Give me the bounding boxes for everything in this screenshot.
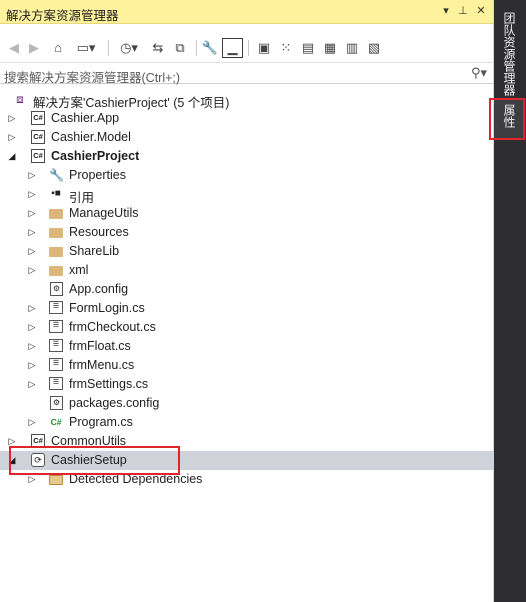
tab-team-explorer-label: 团队资源管理器 (502, 12, 516, 96)
expand-arrow-icon[interactable]: ▷ (26, 243, 38, 259)
solution-explorer-panel: 解决方案资源管理器 ▾ ⊥ ✕ ◀ ▶ ⌂ ▭▾ ◷▾ ⇆ ⧉ 🔧 ▁ ▣ ⁙ … (0, 0, 494, 602)
tree-item-frmfloat[interactable]: ▷ ☰ frmFloat.cs (0, 337, 493, 356)
tree-item-label: Resources (69, 225, 129, 239)
forward-icon[interactable]: ▶ (24, 38, 44, 58)
tree-item-label: App.config (69, 282, 129, 296)
search-input-placeholder[interactable]: 搜索解决方案资源管理器(Ctrl+;) (4, 67, 180, 86)
tree-item-references[interactable]: ▷ ▪■ 引用 (0, 185, 493, 205)
tree-item-label: xml (69, 263, 89, 277)
highlight-box-cashiersetup (9, 446, 180, 475)
expand-arrow-icon[interactable]: ▷ (26, 167, 38, 183)
tree-item-label: frmSettings.cs (69, 377, 149, 391)
tree-item-cashier-app[interactable]: ▷ C# Cashier.App (0, 109, 493, 128)
tree-item-resources[interactable]: ▷ Resources (0, 223, 493, 242)
expand-arrow-icon[interactable]: ▷ (6, 129, 18, 145)
tree-item-label: Cashier.App (51, 111, 120, 125)
vsix-icon-1[interactable]: ▣ (254, 38, 274, 58)
auto-hide-pin-button[interactable]: ⊥ (455, 3, 471, 19)
search-icon[interactable]: ⚲▾ (471, 65, 487, 81)
tree-item-label: ManageUtils (69, 206, 139, 220)
csharp-project-icon: C# (31, 130, 45, 144)
tree-item-label: frmMenu.cs (69, 358, 135, 372)
tree-item-cashierproject[interactable]: ◢ C# CashierProject (0, 147, 493, 166)
expand-arrow-icon[interactable]: ▷ (26, 319, 38, 335)
wrench-icon: 🔧 (49, 168, 64, 182)
form-icon: ☰ (49, 320, 63, 333)
form-icon: ☰ (49, 301, 63, 314)
tree-item-label: Program.cs (69, 415, 133, 429)
expand-arrow-icon[interactable]: ▷ (26, 224, 38, 240)
tree-item-frmmenu[interactable]: ▷ ☰ frmMenu.cs (0, 356, 493, 375)
tree-item-label: FormLogin.cs (69, 301, 145, 315)
tab-team-explorer[interactable]: 团队资源管理器 (494, 6, 526, 102)
tree-item-packages-config[interactable]: ⚙ packages.config (0, 394, 493, 413)
csharp-project-icon: C# (31, 149, 45, 163)
home-icon[interactable]: ⌂ (48, 38, 68, 58)
tree-item-label: CashierProject (51, 149, 140, 163)
tree-item-app-config[interactable]: ⚙ App.config (0, 280, 493, 299)
search-box[interactable]: 搜索解决方案资源管理器(Ctrl+;) ⚲▾ (0, 62, 493, 86)
folder-icon (49, 247, 63, 257)
tree-item-manageutils[interactable]: ▷ ManageUtils (0, 204, 493, 223)
close-panel-button[interactable]: ✕ (473, 3, 489, 19)
vsix-icon-2[interactable]: ⁙ (276, 38, 296, 58)
tree-item-label: ShareLib (69, 244, 120, 258)
folder-icon (49, 209, 63, 219)
highlight-box-properties (489, 98, 525, 140)
tree-item-label: frmCheckout.cs (69, 320, 156, 334)
vsix-icon-6[interactable]: ▧ (364, 38, 384, 58)
form-icon: ☰ (49, 377, 63, 390)
expand-arrow-icon[interactable]: ▷ (26, 338, 38, 354)
form-icon: ☰ (49, 339, 63, 352)
tree-item-cashier-model[interactable]: ▷ C# Cashier.Model (0, 128, 493, 147)
expand-arrow-icon[interactable]: ▷ (26, 262, 38, 278)
tree-item-xml[interactable]: ▷ xml (0, 261, 493, 280)
expand-arrow-icon[interactable]: ▷ (26, 186, 38, 202)
tree-item-frmcheckout[interactable]: ▷ ☰ frmCheckout.cs (0, 318, 493, 337)
form-icon: ☰ (49, 358, 63, 371)
csharp-file-icon: C# (50, 417, 62, 427)
expand-arrow-icon[interactable]: ▷ (26, 205, 38, 221)
panel-title-bar: 解决方案资源管理器 ▾ ⊥ ✕ (0, 0, 493, 24)
history-icon[interactable]: ◷▾ (114, 38, 144, 58)
folder-icon (49, 475, 63, 485)
preview-icon[interactable]: ▁ (222, 38, 243, 58)
tree-item-label: Cashier.Model (51, 130, 131, 144)
properties-wrench-icon[interactable]: 🔧 (200, 38, 220, 58)
tree-item-formlogin[interactable]: ▷ ☰ FormLogin.cs (0, 299, 493, 318)
solution-icon: ⧈ (16, 92, 24, 106)
expand-arrow-icon[interactable]: ▷ (26, 376, 38, 392)
switch-views-icon[interactable]: ▭▾ (70, 38, 102, 58)
panel-title: 解决方案资源管理器 (6, 9, 119, 23)
window-position-dropdown-button[interactable]: ▾ (438, 3, 454, 19)
folder-icon (49, 228, 63, 238)
folder-icon (49, 266, 63, 276)
vsix-icon-4[interactable]: ▦ (320, 38, 340, 58)
expand-arrow-icon[interactable]: ▷ (6, 110, 18, 126)
tree-solution-node[interactable]: ⧈ 解决方案'CashierProject' (5 个项目) (0, 90, 493, 110)
config-file-icon: ⚙ (50, 396, 63, 410)
vsix-icon-3[interactable]: ▤ (298, 38, 318, 58)
vsix-icon-5[interactable]: ▥ (342, 38, 362, 58)
tree-item-sharelib[interactable]: ▷ ShareLib (0, 242, 493, 261)
collapse-arrow-icon[interactable]: ◢ (6, 148, 18, 164)
tree-item-label: Properties (69, 168, 126, 182)
config-file-icon: ⚙ (50, 282, 63, 296)
expand-arrow-icon[interactable]: ▷ (26, 414, 38, 430)
references-icon: ▪■ (51, 188, 61, 199)
back-icon[interactable]: ◀ (4, 38, 24, 58)
tree-item-program[interactable]: ▷ C# Program.cs (0, 413, 493, 432)
expand-arrow-icon[interactable]: ▷ (26, 300, 38, 316)
sync-icon[interactable]: ⇆ (148, 38, 168, 58)
csharp-project-icon: C# (31, 111, 45, 125)
tree-item-frmsettings[interactable]: ▷ ☰ frmSettings.cs (0, 375, 493, 394)
collapse-all-icon[interactable]: ⧉ (170, 38, 190, 58)
expand-arrow-icon[interactable]: ▷ (26, 357, 38, 373)
tree-item-label: frmFloat.cs (69, 339, 131, 353)
solution-explorer-toolbar: ◀ ▶ ⌂ ▭▾ ◷▾ ⇆ ⧉ 🔧 ▁ ▣ ⁙ ▤ ▦ ▥ ▧ (0, 35, 493, 61)
tree-item-label: packages.config (69, 396, 160, 410)
tree-item-properties[interactable]: ▷ 🔧 Properties (0, 166, 493, 185)
right-dock-rail: 团队资源管理器 属性 (489, 0, 526, 602)
